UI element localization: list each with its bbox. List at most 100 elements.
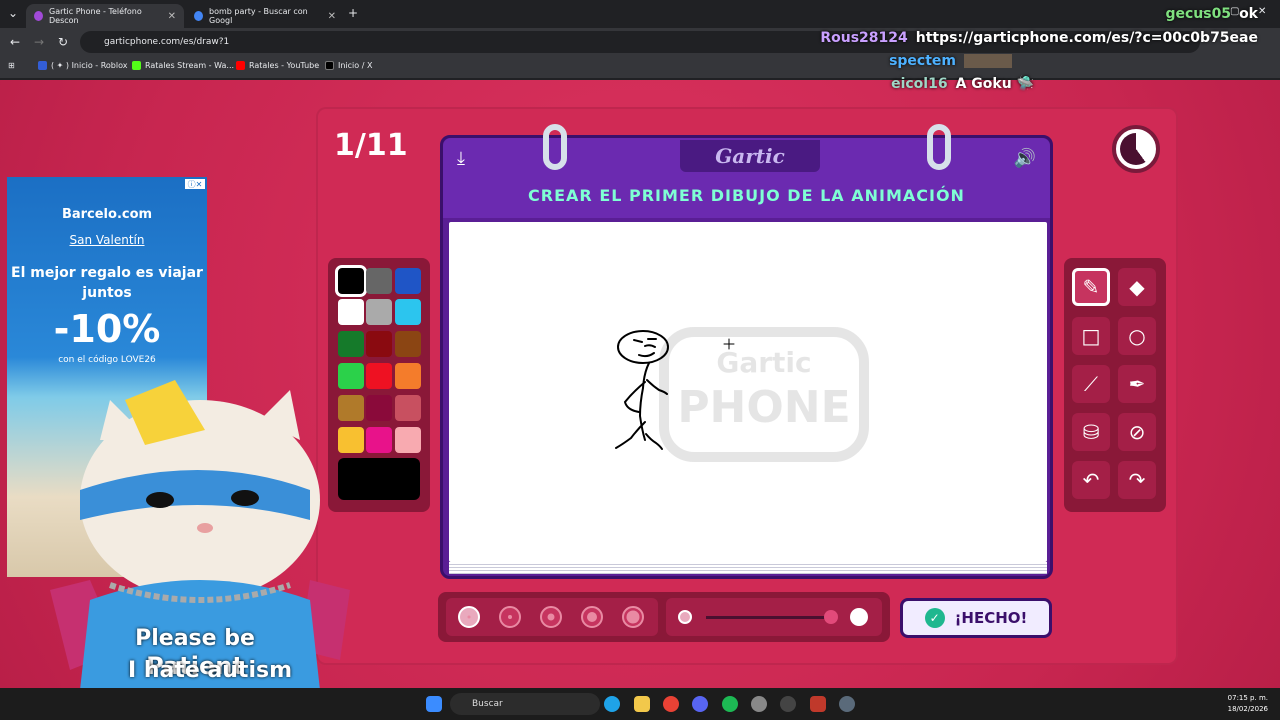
brush-size-2[interactable]	[499, 606, 521, 628]
svg-text:Gartic: Gartic	[716, 346, 811, 379]
windows-taskbar: Buscar 07:15 p. m. 18/02/2026	[0, 688, 1280, 720]
rectangle-icon[interactable]: □	[1072, 317, 1110, 355]
turn-counter: 1/11	[334, 128, 408, 163]
gartic-logo: Gartic	[680, 140, 820, 172]
check-icon: ✓	[924, 608, 945, 628]
color-swatch-magenta[interactable]	[366, 427, 392, 453]
clear-icon[interactable]: ⊘	[1118, 413, 1156, 451]
sound-icon[interactable]: 🔊	[1014, 148, 1036, 169]
pencil-icon[interactable]: ✎	[1072, 268, 1110, 306]
tool-panel: ✎ ◆ □ ○ ⟋ ✒ ⛁ ⊘ ↶ ↷	[1064, 258, 1166, 512]
drawing-canvas[interactable]: Gartic PHONE	[449, 222, 1047, 562]
x-icon	[325, 61, 334, 70]
color-swatch-blue[interactable]	[395, 268, 421, 294]
settings-icon[interactable]	[839, 696, 855, 712]
color-swatch-white[interactable]	[338, 299, 364, 325]
opacity-slider-thumb[interactable]	[824, 610, 838, 624]
opacity-group	[666, 598, 882, 636]
taskbar-clock[interactable]: 07:15 p. m. 18/02/2026	[1228, 693, 1268, 715]
close-tab-icon[interactable]: ✕	[328, 11, 336, 22]
color-swatch-red[interactable]	[366, 363, 392, 389]
color-swatch-dark-red[interactable]	[366, 331, 392, 357]
spotify-icon[interactable]	[722, 696, 738, 712]
eyedropper-icon[interactable]: ✒	[1118, 365, 1156, 403]
redo-icon[interactable]: ↷	[1118, 461, 1156, 499]
ad-occasion: San Valentín	[69, 233, 145, 247]
brush-options-bar	[438, 592, 890, 642]
binder-ring-left	[543, 124, 567, 170]
opacity-slider[interactable]	[706, 616, 836, 619]
canvas-svg: Gartic PHONE	[615, 327, 869, 462]
color-swatch-brown[interactable]	[395, 331, 421, 357]
download-icon[interactable]: ⤓	[457, 148, 465, 169]
bookmark-x[interactable]: Inicio / X	[325, 61, 372, 70]
tab-bomb-party[interactable]: bomb party - Buscar con Googl ✕	[186, 4, 344, 28]
kick-icon	[132, 61, 141, 70]
cat-caption-line1: Please be	[135, 626, 255, 651]
forward-icon[interactable]: →	[34, 35, 44, 49]
brush-size-3[interactable]	[540, 606, 562, 628]
tab-strip: ⌄ Gartic Phone - Teléfono Descon ✕ bomb …	[0, 0, 1280, 28]
ad-code: con el código LOVE26	[58, 355, 156, 365]
chrome-profile-icon[interactable]	[751, 696, 767, 712]
discord-icon[interactable]	[692, 696, 708, 712]
color-swatch-rose[interactable]	[395, 395, 421, 421]
done-button[interactable]: ✓ ¡HECHO!	[900, 598, 1052, 638]
obs-icon[interactable]	[780, 696, 796, 712]
chat-message-2: Rous28124 https://garticphone.com/es/?c=0…	[820, 30, 1258, 46]
brush-size-group	[446, 598, 658, 636]
chat-message-1: gecus05 ok	[1165, 6, 1258, 22]
brush-size-1[interactable]	[458, 606, 480, 628]
color-swatch-gray[interactable]	[366, 268, 392, 294]
svg-text:PHONE: PHONE	[677, 382, 850, 433]
timer-pie	[1120, 133, 1152, 165]
ad-info-icon[interactable]: ⓘ✕	[185, 179, 205, 189]
apps-icon[interactable]: ⊞	[8, 61, 15, 70]
close-tab-icon[interactable]: ✕	[168, 11, 176, 22]
close-window-icon[interactable]: ✕	[1258, 6, 1266, 17]
gartic-favicon-icon	[34, 11, 44, 21]
instruction-text: CREAR EL PRIMER DIBUJO DE LA ANIMACIÓN	[528, 186, 965, 205]
undo-icon[interactable]: ↶	[1072, 461, 1110, 499]
line-icon[interactable]: ⟋	[1072, 365, 1110, 403]
eraser-icon[interactable]: ◆	[1118, 268, 1156, 306]
canvas-page-stack	[449, 562, 1047, 574]
back-icon[interactable]: ←	[10, 35, 20, 49]
new-tab-icon[interactable]: +	[348, 6, 358, 20]
reload-icon[interactable]: ↻	[58, 35, 68, 49]
youtube-icon	[236, 61, 245, 70]
tab-title: bomb party - Buscar con Googl	[209, 7, 308, 25]
color-swatch-cyan[interactable]	[395, 299, 421, 325]
gartic-phone-watermark: Gartic PHONE	[659, 327, 869, 462]
file-explorer-icon[interactable]	[634, 696, 650, 712]
bookmark-roblox[interactable]: ( ✦ ) Inicio - Roblox	[38, 61, 128, 70]
google-favicon-icon	[194, 11, 204, 21]
color-swatch-black[interactable]	[335, 265, 367, 297]
color-swatch-dark-green[interactable]	[338, 331, 364, 357]
valorant-icon[interactable]	[810, 696, 826, 712]
opacity-min-icon	[678, 610, 692, 624]
taskbar-search[interactable]: Buscar	[450, 693, 600, 715]
chrome-icon[interactable]	[663, 696, 679, 712]
color-swatch-orange[interactable]	[395, 363, 421, 389]
tab-gartic[interactable]: Gartic Phone - Teléfono Descon ✕	[26, 4, 184, 28]
roblox-icon	[38, 61, 47, 70]
color-swatch-pink[interactable]	[395, 427, 421, 453]
bookmark-ratales-stream[interactable]: Ratales Stream - Wa...	[132, 61, 234, 70]
binder-ring-right	[927, 124, 951, 170]
color-swatch-maroon[interactable]	[366, 395, 392, 421]
ellipse-icon[interactable]: ○	[1118, 317, 1156, 355]
card-header: ⤓ Gartic 🔊 CREAR EL PRIMER DIBUJO DE LA …	[443, 138, 1050, 218]
edge-icon[interactable]	[604, 696, 620, 712]
tab-search-icon[interactable]: ⌄	[8, 6, 18, 20]
brush-size-5[interactable]	[622, 606, 644, 628]
drawing-card: ⤓ Gartic 🔊 CREAR EL PRIMER DIBUJO DE LA …	[440, 124, 1053, 579]
brush-size-4[interactable]	[581, 606, 603, 628]
fill-icon[interactable]: ⛁	[1072, 413, 1110, 451]
tab-title: Gartic Phone - Teléfono Descon	[49, 7, 142, 25]
bookmark-youtube[interactable]: Ratales - YouTube	[236, 61, 319, 70]
windows-start-icon[interactable]	[426, 696, 442, 712]
color-swatch-light-gray[interactable]	[366, 299, 392, 325]
url-text: garticphone.com/es/draw?1	[104, 37, 230, 47]
ad-headline: El mejor regalo es viajar juntos	[11, 265, 203, 301]
